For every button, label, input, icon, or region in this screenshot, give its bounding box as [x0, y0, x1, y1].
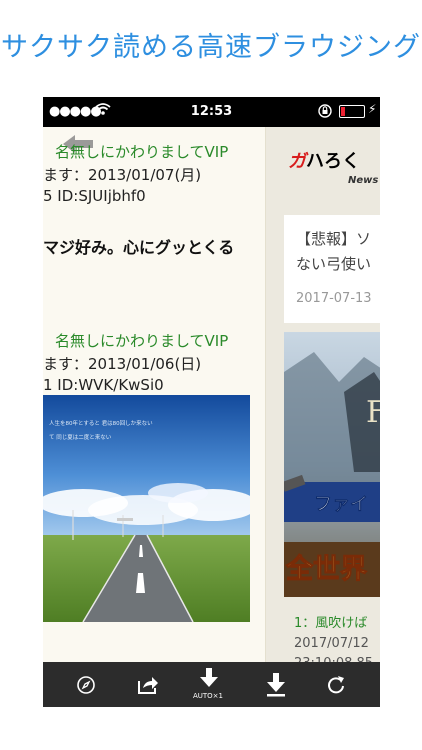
status-bar: ●●●●● 12:53 ⚡ [43, 97, 380, 127]
scroll-down-icon[interactable] [261, 662, 291, 707]
banner-text: F [366, 395, 380, 430]
article-date: 2017-07-13 [296, 291, 372, 306]
share-icon[interactable] [133, 662, 163, 707]
post-date: ます：2013/01/07(月) [43, 166, 202, 184]
auto-scroll-label: AUTO×1 [192, 692, 224, 700]
post-id: 5 ID:SJUIjbhf0 [43, 187, 146, 205]
bottom-toolbar: AUTO×1 [43, 662, 380, 707]
comment-preview[interactable]: 1：風吹けば 2017/07/12 23:10:08.85 [294, 614, 373, 662]
phone-screen: ●●●●● 12:53 ⚡ 名無しにかわりましてVIP ます：2013/01/0… [43, 97, 380, 707]
post-image-road[interactable]: 人生を80年とすると 君は80回しか来ない て 同じ夏は二度と来ない [43, 395, 250, 622]
news-pane[interactable]: ガハろく News 【悲報】ソ ない弓使い 2017-07-13 F ファイ 全… [266, 127, 380, 662]
auto-scroll-icon[interactable] [193, 662, 225, 707]
poster-name[interactable]: 名無しにかわりましてVIP [55, 332, 228, 350]
post-message: マジ好み。心にグッとくる [43, 238, 235, 257]
thread-pane[interactable]: 名無しにかわりましてVIP ます：2013/01/07(月) 5 ID:SJUI… [43, 127, 266, 662]
ad-banner[interactable]: F ファイ 全世界 [284, 332, 380, 597]
banner-text: ファイ [314, 494, 368, 515]
article-card[interactable]: 【悲報】ソ ない弓使い 2017-07-13 [284, 215, 380, 323]
promo-headline: サクサク読める高速ブラウジング [1, 32, 421, 63]
site-logo[interactable]: ガハろく [288, 147, 360, 173]
post-header: 名無しにかわりましてVIP ます：2013/01/06(日) 1 ID:WVK/… [43, 330, 265, 399]
site-logo-sub: News [348, 175, 379, 186]
compass-icon[interactable] [71, 662, 101, 707]
rotation-lock-icon [317, 103, 333, 123]
battery-icon [339, 105, 365, 118]
poster-name[interactable]: 名無しにかわりましてVIP [55, 143, 228, 161]
image-caption: て 同じ夏は二度と来ない [49, 433, 112, 441]
image-caption: 人生を80年とすると 君は80回しか来ない [49, 419, 153, 427]
article-title[interactable]: 【悲報】ソ ない弓使い [296, 227, 371, 277]
reload-icon[interactable] [321, 662, 351, 707]
post-date: ます：2013/01/06(日) [43, 355, 202, 373]
banner-text: 全世界 [285, 553, 367, 585]
post-header: 名無しにかわりましてVIP ます：2013/01/07(月) 5 ID:SJUI… [43, 141, 265, 210]
charging-icon: ⚡ [368, 102, 377, 116]
